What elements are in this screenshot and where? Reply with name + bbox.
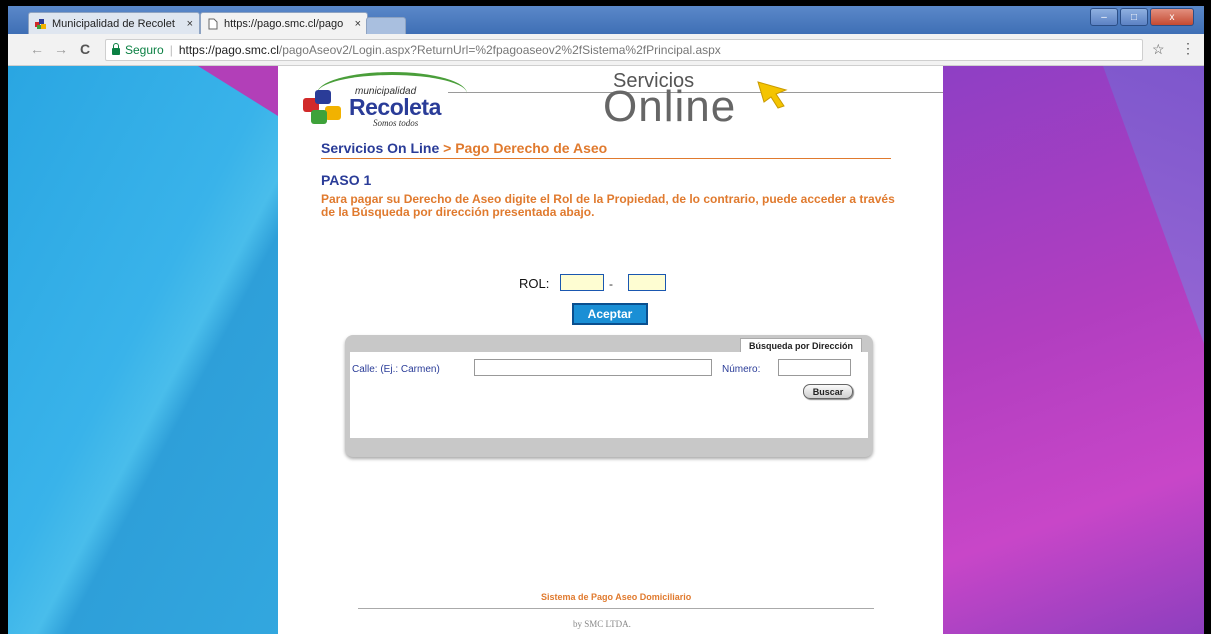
bookmark-star-icon[interactable]: ☆ bbox=[1152, 41, 1165, 58]
close-icon[interactable]: × bbox=[355, 18, 361, 30]
page-content: municipalidad Recoleta Somos todos Servi… bbox=[278, 66, 943, 634]
tab-pago-smc[interactable]: https://pago.smc.cl/pago × bbox=[200, 12, 368, 34]
address-search-tab[interactable]: Búsqueda por Dirección bbox=[740, 338, 862, 353]
footer-credit: by SMC LTDA. bbox=[573, 619, 631, 629]
url-input[interactable]: Seguro | https://pago.smc.cl/pagoAseov2/… bbox=[105, 39, 1143, 61]
number-label: Número: bbox=[722, 364, 761, 375]
page-viewport: municipalidad Recoleta Somos todos Servi… bbox=[8, 66, 1204, 634]
minimize-button[interactable]: – bbox=[1090, 8, 1118, 26]
close-window-button[interactable]: x bbox=[1150, 8, 1194, 26]
street-input[interactable] bbox=[474, 359, 712, 376]
tab-title: https://pago.smc.cl/pago bbox=[224, 17, 344, 30]
footer-title: Sistema de Pago Aseo Domiciliario bbox=[541, 592, 692, 602]
lock-icon bbox=[112, 43, 120, 55]
new-tab-button[interactable] bbox=[366, 17, 406, 35]
security-label: Seguro bbox=[125, 43, 164, 57]
maximize-button[interactable]: □ bbox=[1120, 8, 1148, 26]
forward-icon[interactable]: → bbox=[54, 41, 68, 57]
step-title: PASO 1 bbox=[321, 172, 372, 188]
logo-tagline: Somos todos bbox=[373, 118, 419, 128]
page-icon bbox=[208, 18, 218, 29]
breadcrumb: Servicios On Line > Pago Derecho de Aseo bbox=[321, 140, 891, 159]
back-icon[interactable]: ← bbox=[30, 41, 44, 57]
background-decoration bbox=[198, 66, 278, 116]
browser-titlebar: Municipalidad de Recolet × https://pago.… bbox=[8, 6, 1204, 35]
rol-input[interactable] bbox=[560, 274, 604, 291]
footer-divider bbox=[358, 608, 874, 609]
close-icon[interactable]: × bbox=[187, 18, 193, 30]
breadcrumb-root[interactable]: Servicios On Line bbox=[321, 140, 439, 156]
breadcrumb-current: > Pago Derecho de Aseo bbox=[439, 140, 608, 156]
recoleta-logo[interactable]: municipalidad Recoleta Somos todos bbox=[299, 72, 467, 128]
url-host: https://pago.smc.cl bbox=[178, 43, 279, 57]
reload-icon[interactable]: C bbox=[80, 41, 90, 57]
menu-icon[interactable]: ⋮ bbox=[1181, 40, 1195, 57]
url-separator: | bbox=[169, 43, 173, 57]
address-bar: ← → C Seguro | https://pago.smc.cl/pagoA… bbox=[8, 34, 1204, 66]
aceptar-button[interactable]: Aceptar bbox=[572, 303, 648, 325]
tab-title: Municipalidad de Recolet bbox=[52, 17, 175, 30]
rol-label: ROL: bbox=[519, 276, 550, 291]
cursor-arrow-icon bbox=[757, 81, 788, 109]
logo-squares-icon bbox=[303, 88, 349, 128]
street-label: Calle: (Ej.: Carmen) bbox=[352, 364, 440, 375]
address-search-body: Calle: (Ej.: Carmen) Número: Buscar bbox=[350, 352, 868, 438]
tab-municipalidad[interactable]: Municipalidad de Recolet × bbox=[28, 12, 200, 34]
rol-dv-input[interactable] bbox=[628, 274, 666, 291]
online-title: Online bbox=[603, 82, 737, 131]
buscar-button[interactable]: Buscar bbox=[803, 384, 853, 399]
address-search-panel: Búsqueda por Dirección Calle: (Ej.: Carm… bbox=[345, 335, 873, 457]
rol-separator: - bbox=[609, 277, 613, 291]
number-input[interactable] bbox=[778, 359, 851, 376]
window-controls: – □ x bbox=[1090, 8, 1194, 26]
logo-name: Recoleta bbox=[349, 94, 441, 120]
step-instructions: Para pagar su Derecho de Aseo digite el … bbox=[321, 192, 895, 219]
url-path: /pagoAseov2/Login.aspx?ReturnUrl=%2fpago… bbox=[278, 43, 721, 57]
recoleta-favicon-icon bbox=[35, 18, 46, 29]
